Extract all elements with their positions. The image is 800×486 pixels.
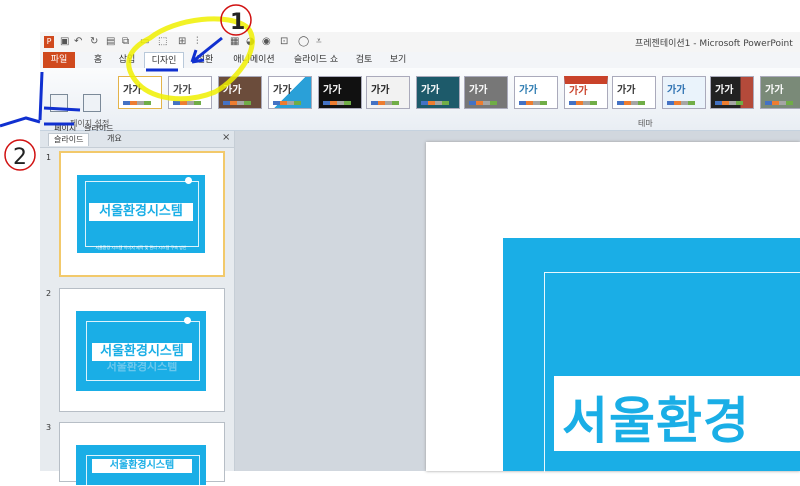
annotation-overlay: 1 2 (0, 4, 255, 171)
annotation-number-1: 1 (230, 10, 245, 35)
annotation-number-2: 2 (13, 145, 27, 170)
annotation-arrow-1 (191, 36, 223, 64)
annotation-arrow-2 (0, 116, 41, 128)
